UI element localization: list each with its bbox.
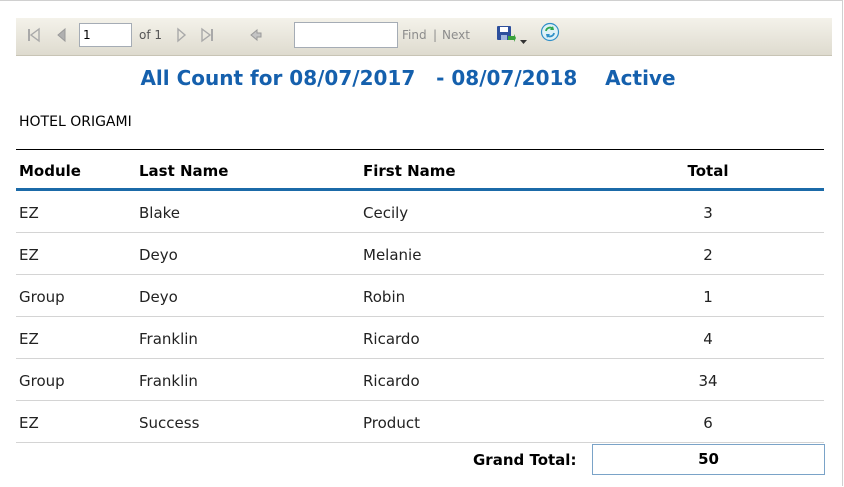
cell-total: 1 xyxy=(703,288,713,306)
find-link[interactable]: Find xyxy=(402,28,427,42)
column-header-first-name: First Name xyxy=(363,162,456,180)
dropdown-arrow-icon[interactable] xyxy=(519,30,528,44)
cell-module: EZ xyxy=(19,414,39,432)
grand-total-label: Grand Total: xyxy=(473,451,577,469)
cell-first-name: Melanie xyxy=(363,246,422,264)
first-page-icon[interactable] xyxy=(26,27,42,43)
cell-last-name: Franklin xyxy=(139,330,198,348)
report-title: All Count for 08/07/2017 - 08/07/2018 Ac… xyxy=(140,66,676,90)
cell-first-name: Cecily xyxy=(363,204,409,222)
table-row: Group Deyo Robin 1 xyxy=(16,275,824,317)
page-count-label: of 1 xyxy=(139,28,163,42)
next-link[interactable]: Next xyxy=(442,28,470,42)
save-icon[interactable] xyxy=(496,24,516,44)
cell-total: 6 xyxy=(703,414,713,432)
last-page-icon[interactable] xyxy=(199,27,215,43)
report-toolbar: of 1 Find | Next xyxy=(16,18,832,56)
back-icon[interactable] xyxy=(248,27,264,43)
column-header-last-name: Last Name xyxy=(139,162,229,180)
cell-last-name: Deyo xyxy=(139,288,178,306)
grand-total-value: 50 xyxy=(592,444,825,475)
hotel-name: HOTEL ORIGAMI xyxy=(19,114,132,130)
cell-last-name: Success xyxy=(139,414,200,432)
cell-total: 4 xyxy=(703,330,713,348)
cell-last-name: Blake xyxy=(139,204,181,222)
cell-module: EZ xyxy=(19,330,39,348)
next-page-icon[interactable] xyxy=(173,27,189,43)
cell-first-name: Product xyxy=(363,414,420,432)
table-row: Group Franklin Ricardo 34 xyxy=(16,359,824,401)
cell-module: Group xyxy=(19,288,65,306)
find-separator: | xyxy=(433,28,438,42)
table-row: EZ Deyo Melanie 2 xyxy=(16,233,824,275)
table-row: EZ Blake Cecily 3 xyxy=(16,191,824,233)
refresh-icon[interactable] xyxy=(540,22,560,42)
page-number-input[interactable] xyxy=(79,23,132,47)
report-table: Module Last Name First Name Total EZ Bla… xyxy=(16,149,824,443)
cell-first-name: Ricardo xyxy=(363,330,420,348)
cell-last-name: Franklin xyxy=(139,372,198,390)
table-header-row: Module Last Name First Name Total xyxy=(16,149,824,191)
column-header-total: Total xyxy=(687,162,729,180)
cell-first-name: Robin xyxy=(363,288,406,306)
cell-total: 34 xyxy=(698,372,718,390)
cell-module: EZ xyxy=(19,204,39,222)
cell-module: Group xyxy=(19,372,65,390)
column-header-module: Module xyxy=(19,162,81,180)
cell-total: 3 xyxy=(703,204,713,222)
table-row: EZ Franklin Ricardo 4 xyxy=(16,317,824,359)
find-text-input[interactable] xyxy=(294,22,398,48)
cell-module: EZ xyxy=(19,246,39,264)
previous-page-icon[interactable] xyxy=(54,27,70,43)
table-row: EZ Success Product 6 xyxy=(16,401,824,443)
cell-last-name: Deyo xyxy=(139,246,178,264)
cell-first-name: Ricardo xyxy=(363,372,420,390)
cell-total: 2 xyxy=(703,246,713,264)
